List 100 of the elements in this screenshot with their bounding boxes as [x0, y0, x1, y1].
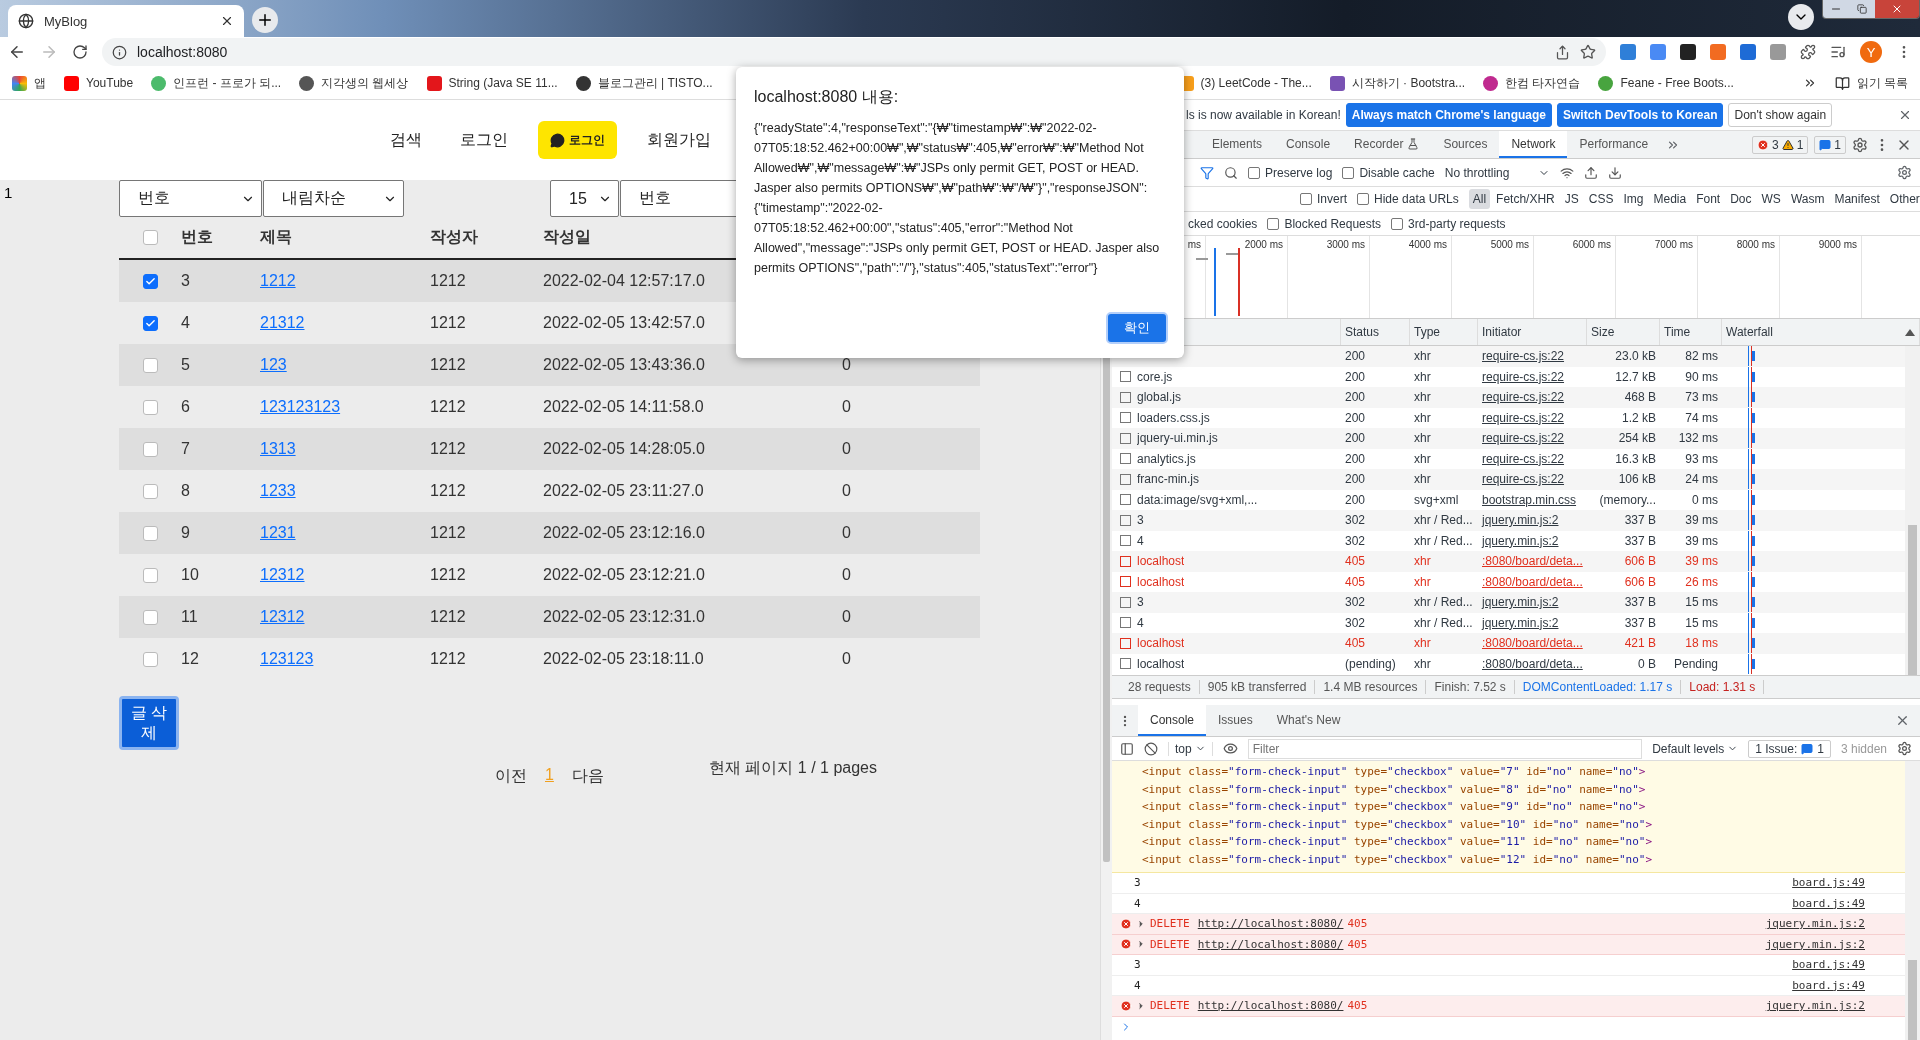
table-cell: 10	[181, 566, 199, 584]
tab-title: MyBlog	[44, 13, 89, 29]
console-line: <input class="form-check-input" type="checkbox" value="8" id="no" name="no">	[1142, 781, 1647, 798]
table-cell-text: xhr / Red...	[1413, 513, 1474, 528]
console-text: 405	[1347, 917, 1368, 931]
table-cell: 1212	[430, 272, 466, 290]
console-line: <input class="form-check-input" type="checkbox" value="7" id="no" name="no">	[1142, 764, 1647, 780]
table-cell-text: 200	[1344, 472, 1367, 487]
table-cell-text: 24 ms	[1684, 472, 1719, 487]
table-cell-text: xhr / Red...	[1413, 595, 1474, 610]
table-cell-text: xhr	[1413, 390, 1432, 405]
table-cell-text: 405	[1344, 636, 1367, 651]
console-text: 3	[1134, 876, 1141, 890]
table-cell-text: xhr	[1413, 656, 1432, 671]
table-cell-text: 200	[1344, 369, 1367, 384]
table-cell: 12	[181, 650, 199, 668]
table-cell-text: 93 ms	[1684, 451, 1719, 466]
table-cell-text: 405	[1344, 574, 1367, 589]
table-cell-text: 82 ms	[1684, 349, 1719, 364]
table-cell: 7	[181, 440, 190, 458]
table-cell: 2022-02-05 13:43:36.0	[543, 356, 705, 374]
table-cell: 1212	[430, 650, 466, 668]
console-line: <input class="form-check-input" type="checkbox" value="10" id="no" name="no">	[1142, 816, 1654, 833]
console-text: 3	[1134, 958, 1141, 972]
table-cell-text: xhr	[1413, 574, 1432, 589]
table-cell: 0	[842, 524, 851, 542]
console-text: DELETE	[1150, 999, 1190, 1013]
table-cell-text: xhr / Red...	[1413, 615, 1474, 630]
table-cell: 0	[842, 650, 851, 668]
table-cell-text: svg+xml	[1413, 492, 1460, 507]
console-text: 405	[1347, 999, 1368, 1013]
table-cell-text: 405	[1344, 554, 1367, 569]
dialog-message: {"readyState":4,"responseText":"{₩"timestamp₩":₩"2022-02-07T05:18:52.462+00:00₩",₩"status₩":405,₩"error₩":₩"Method Not Allowed₩",₩"message₩":₩"JSPs only permit GET, POST or HEAD. Jasper also permits OPTIONS₩",₩"path₩":₩"/₩"}","responseJSON":{"timestamp":"2022-02-07T05:18:52.462+00:00","status":405,"error":"Method Not Allowed","message":"JSPs only permit GET, POST or HEAD. Jasper also permits OPTIONS","path":"/"},"status":405,"statusText":"error"}	[754, 120, 1161, 277]
table-cell-text: 200	[1344, 492, 1367, 507]
table-cell: 3	[181, 272, 190, 290]
table-cell: 1212	[430, 440, 466, 458]
info-text: ls is now available in Korean!	[1186, 108, 1341, 122]
table-cell-text: 90 ms	[1684, 369, 1719, 384]
table-cell-text: 15 ms	[1684, 615, 1719, 630]
table-cell-text: xhr / Red...	[1413, 533, 1474, 548]
table-cell: 6	[181, 398, 190, 416]
table-cell-text: xhr	[1413, 349, 1432, 364]
table-cell: 0	[842, 482, 851, 500]
table-cell-text: 1.2 kB	[1620, 410, 1657, 425]
table-cell-text: xhr	[1413, 369, 1432, 384]
summary-text: 1.4 MB resources	[1315, 680, 1427, 694]
table-cell-text: 16.3 kB	[1614, 451, 1657, 466]
tick-label: 4000 ms	[1408, 239, 1447, 250]
summary-text: DOMContentLoaded: 1.17 s	[1514, 680, 1682, 694]
tick-label: 3000 ms	[1326, 239, 1365, 250]
tick-label: 8000 ms	[1736, 239, 1775, 250]
table-cell: 2022-02-04 12:57:17.0	[543, 272, 705, 290]
table-cell-text: 39 ms	[1684, 513, 1719, 528]
table-cell-text: 26 ms	[1684, 574, 1719, 589]
table-cell-text: 200	[1344, 431, 1367, 446]
table-cell-text: 0 ms	[1691, 492, 1719, 507]
tick-label: 2000 ms	[1244, 239, 1283, 250]
table-cell-text: xhr	[1413, 472, 1432, 487]
table-cell: 1212	[430, 608, 466, 626]
table-cell: 2022-02-05 23:12:21.0	[543, 566, 705, 584]
summary-text: Load: 1.31 s	[1681, 680, 1765, 694]
table-cell-text: 200	[1344, 451, 1367, 466]
table-cell-text: 302	[1344, 595, 1367, 610]
table-cell-text: 200	[1344, 410, 1367, 425]
counter-text: 1	[4, 184, 13, 201]
table-cell-text: 200	[1344, 390, 1367, 405]
tick-label: ms	[1187, 239, 1201, 250]
table-cell: 1212	[430, 398, 466, 416]
summary-text: 28 requests	[1120, 680, 1200, 694]
hidden-count: 3 hidden	[1840, 741, 1887, 756]
table-cell: 8	[181, 482, 190, 500]
table-cell: 1212	[430, 356, 466, 374]
table-cell-text: 254 kB	[1617, 431, 1657, 446]
table-cell-text: 337 B	[1623, 533, 1657, 548]
table-cell: 1212	[430, 314, 466, 332]
table-cell-text: xhr	[1413, 636, 1432, 651]
summary-text: 905 kB transferred	[1199, 680, 1316, 694]
tick-label: 7000 ms	[1654, 239, 1693, 250]
table-cell-text: 23.0 kB	[1614, 349, 1657, 364]
table-cell: 1212	[430, 482, 466, 500]
tick-label: 5000 ms	[1490, 239, 1529, 250]
column-header: 제목	[260, 227, 292, 247]
console-text: 405	[1347, 937, 1368, 951]
table-cell: 0	[842, 440, 851, 458]
table-cell-text: 302	[1344, 513, 1367, 528]
table-cell: 0	[842, 608, 851, 626]
table-cell-text: 337 B	[1623, 615, 1657, 630]
column-header: 작성일	[543, 227, 591, 247]
table-cell: 1212	[430, 524, 466, 542]
console-text: 4	[1134, 978, 1141, 992]
table-cell-text: (pending)	[1344, 656, 1397, 671]
checkbox-label: cked cookies	[1188, 216, 1258, 231]
console-text: DELETE	[1150, 937, 1190, 951]
table-cell-text: (memory...	[1598, 492, 1657, 507]
table-cell: 2022-02-05 23:11:27.0	[543, 482, 704, 500]
table-cell-text: 39 ms	[1684, 533, 1719, 548]
table-cell-text: xhr	[1413, 410, 1432, 425]
column-header: 번호	[181, 227, 213, 247]
summary-text: Finish: 7.52 s	[1426, 680, 1515, 694]
table-cell-text: 200	[1344, 349, 1367, 364]
